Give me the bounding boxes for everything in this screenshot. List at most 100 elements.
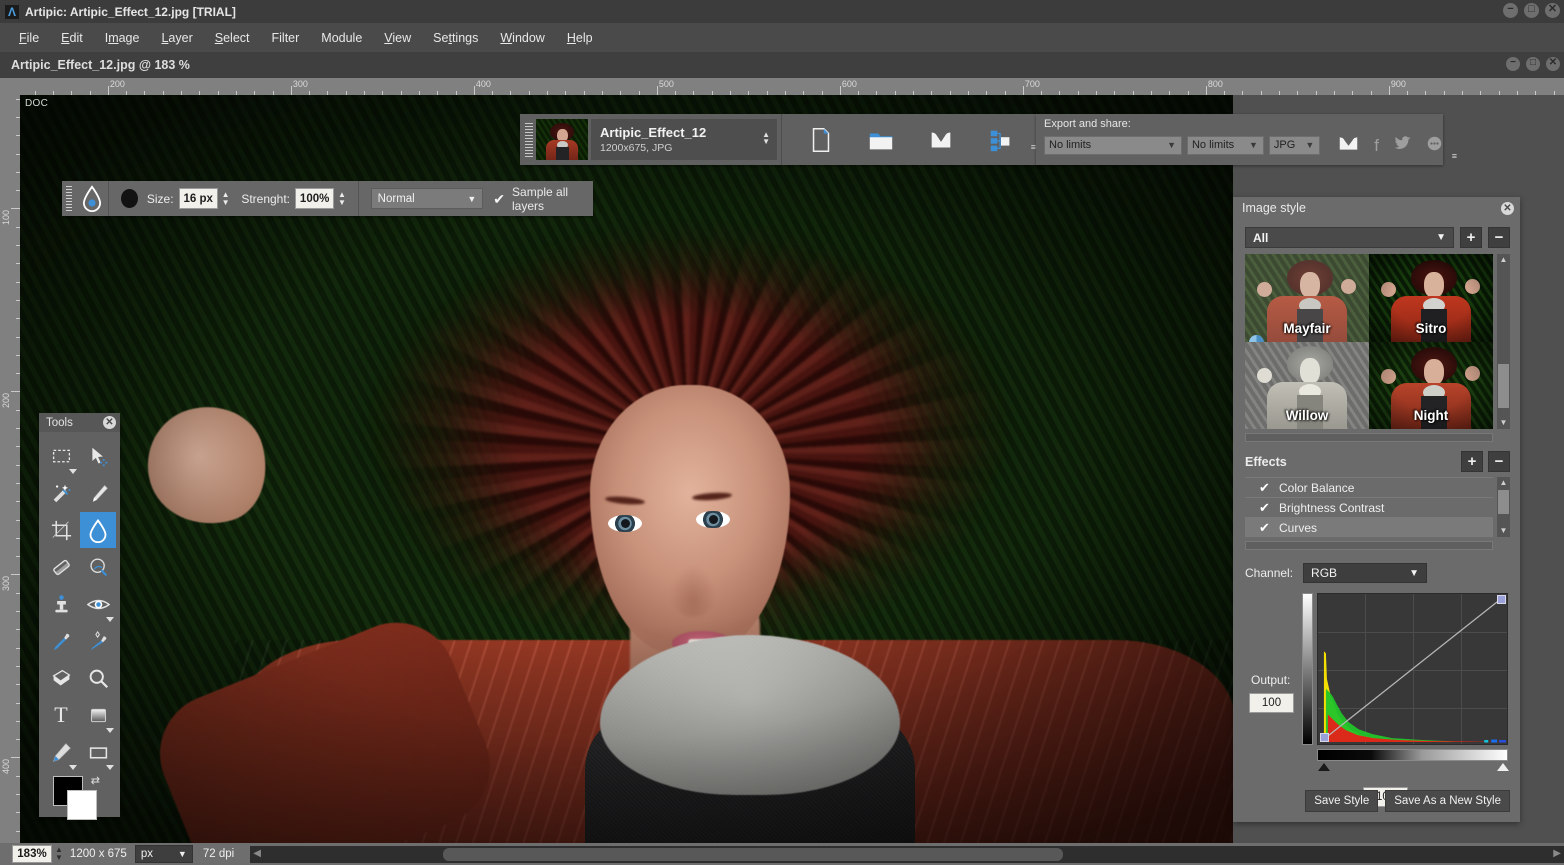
paint-bucket-tool[interactable] [43,660,79,696]
strength-stepper[interactable]: ▲ ▼ [336,190,348,207]
scroll-left-icon[interactable]: ◀ [253,848,261,859]
scroll-down-icon[interactable]: ▼ [1497,417,1510,429]
document-minimize-button[interactable]: − [1506,57,1520,71]
vertical-ruler[interactable]: 100 200 300 400 [0,95,20,843]
effect-checkbox[interactable]: ✔ [1259,481,1271,494]
facebook-icon[interactable]: f [1374,137,1379,154]
marquee-caret-icon[interactable] [69,469,77,474]
effects-vertical-scrollbar[interactable]: ▲ ▼ [1497,477,1510,537]
swap-colors-icon[interactable]: ⇄ [91,774,100,787]
menu-item-layer[interactable]: Layer [150,28,203,48]
text-tool[interactable]: T [43,697,79,733]
eraser-tool[interactable] [43,549,79,585]
menu-item-file[interactable]: File [8,28,50,48]
add-style-button[interactable]: + [1460,227,1482,248]
effect-item-color-balance[interactable]: ✔ Color Balance [1245,477,1493,497]
scroll-right-icon[interactable]: ▶ [1553,848,1561,859]
menu-item-module[interactable]: Module [310,28,373,48]
gradient-caret-icon[interactable] [106,728,114,733]
gradient-tool[interactable] [80,697,116,733]
pen-caret-icon[interactable] [69,765,77,770]
style-thumb-willow[interactable]: Willow [1245,342,1369,429]
effect-item-brightness-contrast[interactable]: ✔ Brightness Contrast [1245,497,1493,517]
remove-effect-button[interactable]: − [1488,451,1510,472]
curve-graph[interactable] [1317,593,1508,745]
style-thumb-night[interactable]: Night [1369,342,1493,429]
zoom-stepper[interactable]: ▲ ▼ [55,846,63,862]
unit-select[interactable]: px ▼ [134,845,193,863]
color-replace-tool[interactable] [80,623,116,659]
style-filter-select[interactable]: All ▼ [1245,227,1454,248]
menu-item-edit[interactable]: Edit [50,28,94,48]
shape-tool[interactable] [80,734,116,770]
black-point-marker[interactable] [1318,763,1330,771]
menu-item-view[interactable]: View [373,28,422,48]
curve-point-black[interactable] [1320,733,1329,742]
output-input[interactable]: 100 [1249,693,1294,713]
shape-caret-icon[interactable] [106,765,114,770]
menu-item-help[interactable]: Help [556,28,604,48]
dodge-burn-tool[interactable] [80,586,116,622]
effect-checkbox[interactable]: ✔ [1259,501,1271,514]
magic-wand-tool[interactable] [43,475,79,511]
scroll-down-icon[interactable]: ▼ [1497,525,1510,537]
style-vertical-scrollbar[interactable]: ▲ ▼ [1497,254,1510,429]
export-width-select[interactable]: No limits ▼ [1044,135,1182,155]
save-icon[interactable] [926,126,956,154]
document-spinner-icon[interactable]: ▲ ▼ [762,131,770,146]
curve-point-white[interactable] [1497,595,1506,604]
toolbar-drag-handle[interactable] [525,122,533,157]
scroll-up-icon[interactable]: ▲ [1497,254,1510,266]
rectangular-marquee-tool[interactable] [43,438,79,474]
export-format-select[interactable]: JPG ▼ [1268,135,1321,155]
save-as-new-style-button[interactable]: Save As a New Style [1385,790,1510,812]
background-color-swatch[interactable] [67,790,97,820]
style-horizontal-scrollbar[interactable] [1245,433,1493,442]
batch-icon[interactable] [986,126,1016,154]
effect-checkbox[interactable]: ✔ [1259,521,1271,534]
strength-input[interactable]: 100% [295,188,335,209]
canvas-horizontal-scrollbar[interactable]: ◀ ▶ [250,845,1564,863]
horizontal-ruler[interactable]: 200 300 400 500 600 700 800 900 [20,78,1564,95]
export-overflow-icon[interactable]: ≡ [1452,151,1457,161]
channel-select[interactable]: RGB ▼ [1303,563,1428,583]
menu-item-image[interactable]: Image [94,28,151,48]
close-button[interactable]: ✕ [1545,3,1560,18]
style-thumb-mayfair[interactable]: Mayfair [1245,254,1369,342]
close-icon[interactable]: ✕ [1501,201,1514,215]
paint-brush-tool[interactable] [80,475,116,511]
minimize-button[interactable]: − [1503,3,1518,18]
maximize-button[interactable]: □ [1524,3,1539,18]
style-thumb-sitro[interactable]: Sitro [1369,254,1493,342]
options-drag-handle[interactable] [66,185,73,212]
menu-item-select[interactable]: Select [204,28,261,48]
export-tray-icon[interactable] [1337,133,1360,157]
save-style-button[interactable]: Save Style [1305,790,1379,812]
clone-stamp-tool[interactable] [43,586,79,622]
blend-mode-select[interactable]: Normal ▼ [370,188,484,209]
document-thumbnail[interactable] [536,119,588,160]
twitter-icon[interactable] [1393,134,1412,156]
effects-horizontal-scrollbar[interactable] [1245,541,1493,550]
zoom-tool[interactable] [80,660,116,696]
red-eye-tool[interactable] [80,549,116,585]
dodge-burn-caret-icon[interactable] [106,617,114,622]
brush-preview-icon[interactable] [121,189,138,208]
zoom-level-input[interactable]: 183% [12,845,52,863]
pen-tool[interactable] [43,734,79,770]
effect-item-curves[interactable]: ✔ Curves [1245,517,1493,537]
remove-style-button[interactable]: − [1488,227,1510,248]
open-folder-icon[interactable] [866,126,896,154]
scroll-up-icon[interactable]: ▲ [1497,477,1510,489]
size-stepper[interactable]: ▲ ▼ [220,190,232,207]
export-height-select[interactable]: No limits ▼ [1186,135,1264,155]
add-effect-button[interactable]: + [1461,451,1483,472]
eyedropper-tool[interactable] [43,623,79,659]
close-icon[interactable]: ✕ [103,416,116,429]
white-point-marker[interactable] [1497,763,1509,771]
menu-item-settings[interactable]: Settings [422,28,489,48]
document-close-button[interactable]: ✕ [1546,57,1560,71]
scroll-thumb[interactable] [1498,364,1509,408]
more-share-icon[interactable] [1426,135,1443,155]
sample-all-layers-checkbox[interactable]: ✔ [493,192,505,206]
